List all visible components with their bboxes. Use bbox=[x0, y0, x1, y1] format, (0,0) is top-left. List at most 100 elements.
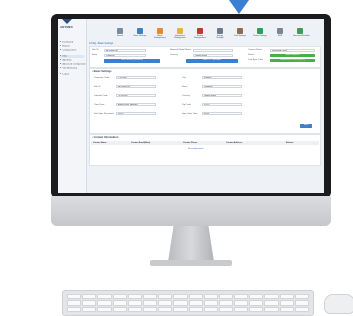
power-icon bbox=[257, 28, 263, 34]
column-header[interactable]: Contact Email(Main) bbox=[131, 142, 150, 144]
field-input[interactable]: California bbox=[202, 85, 242, 89]
field-label: State bbox=[182, 85, 188, 88]
keyboard-key bbox=[97, 294, 112, 300]
country-field[interactable]: United States bbox=[193, 53, 233, 57]
toolbar-item-generator-rectifier[interactable]: Generator/Rectifier bbox=[293, 28, 310, 37]
field-input[interactable]: 74.032040 bbox=[116, 94, 156, 98]
sms-icon bbox=[277, 28, 283, 34]
keyboard-key bbox=[97, 300, 112, 306]
field-input[interactable]: •••••••• bbox=[116, 112, 156, 116]
basic-settings-panel: ▪ Basic Settings Company Code YYIIX000 Sit… bbox=[89, 68, 321, 134]
toolbar-item-label: SMS bbox=[277, 35, 283, 37]
toolbar-item-search[interactable]: Search bbox=[113, 28, 127, 37]
sidebar-item-label: Logout bbox=[62, 73, 70, 76]
column-header[interactable]: Contact Phone bbox=[183, 142, 197, 144]
energy-icon bbox=[217, 28, 223, 34]
toolbar-item-battery-management[interactable]: Battery Management bbox=[193, 28, 207, 40]
sidebar-item-advanced-configuration[interactable]: Advanced Configuration bbox=[60, 63, 86, 66]
keyboard-key bbox=[249, 294, 264, 300]
toolbar-item-alarm-management[interactable]: Alarm Management bbox=[153, 28, 167, 40]
toolbar-item-equipment-management[interactable]: Equipment Management bbox=[173, 28, 187, 40]
keyboard-key bbox=[279, 294, 294, 300]
sidebar-item-configurations[interactable]: Configurations bbox=[60, 49, 84, 52]
contact-status-label: Contact Status bbox=[248, 49, 263, 51]
sidebar-item-label: Dashboard bbox=[62, 41, 74, 44]
view-location-button[interactable]: View Location (Services) bbox=[104, 59, 160, 63]
alarm-icon bbox=[157, 28, 163, 34]
field-input[interactable]: America/Los_Angeles bbox=[116, 103, 156, 107]
toolbar-item-energy-settings[interactable]: Energy Settings bbox=[213, 28, 227, 40]
field-label: Zip Code bbox=[182, 103, 191, 106]
breadcrumb[interactable]: Config › Basic Settings bbox=[89, 42, 113, 45]
keyboard-key bbox=[234, 300, 249, 306]
keyboard-key bbox=[203, 294, 218, 300]
toolbar-item-power-settings[interactable]: Power Settings bbox=[253, 28, 267, 37]
keyboard-key bbox=[158, 300, 173, 306]
keyboard-key bbox=[279, 306, 294, 312]
sidebar: ANYMEC Dashboard Reports Configurations Sit… bbox=[58, 19, 87, 193]
fuel-icon bbox=[237, 28, 243, 34]
toolbar-item-basic-settings[interactable]: Basic Settings bbox=[133, 28, 147, 37]
contact-status-field[interactable]: MSN/Web Client bbox=[270, 48, 315, 52]
mouse bbox=[324, 294, 353, 314]
monitor-chin bbox=[51, 196, 331, 226]
keyboard-key bbox=[188, 306, 203, 312]
field-input[interactable]: Fontana bbox=[202, 76, 242, 80]
field-input[interactable]: MPS0000101 bbox=[116, 85, 156, 89]
keyboard-key bbox=[249, 306, 264, 312]
toolbar-item-label: Battery Management bbox=[194, 35, 206, 40]
sidebar-item-add-sites[interactable]: Add Sites bbox=[60, 59, 84, 62]
status-label: Status bbox=[248, 54, 255, 56]
toolbar-item-label: Equipment Management bbox=[174, 35, 186, 40]
toolbar-item-label: Alarm Management bbox=[154, 35, 166, 40]
network-label: Network Model Name bbox=[170, 49, 192, 51]
contact-information-title: ▪ Contact Information bbox=[92, 136, 119, 139]
keyboard-key bbox=[82, 306, 97, 312]
toolbar: Search Basic Settings Alarm Management Equi… bbox=[88, 22, 320, 40]
monitor-stand bbox=[168, 226, 214, 262]
keyboard-key bbox=[203, 300, 218, 306]
state-field[interactable]: California bbox=[104, 53, 146, 57]
keyboard-key bbox=[218, 294, 234, 300]
toolbar-item-fuel-settings[interactable]: Fuel Settings bbox=[233, 28, 247, 37]
field-input[interactable]: United States bbox=[202, 94, 242, 98]
toolbar-item-sms[interactable]: SMS bbox=[273, 28, 287, 37]
keyboard-key bbox=[127, 294, 142, 300]
keyboard-key bbox=[188, 300, 203, 306]
sidebar-item-label: Advanced Configuration bbox=[62, 63, 86, 66]
sidebar-item-dashboard[interactable]: Dashboard bbox=[60, 41, 84, 44]
sidebar-item-reports[interactable]: Reports bbox=[60, 45, 84, 48]
keyboard-key bbox=[112, 294, 127, 300]
sidebar-item-label: Sites bbox=[62, 55, 68, 58]
toolbar-item-label: Energy Settings bbox=[216, 35, 224, 40]
toolbar-item-label: Fuel Settings bbox=[234, 35, 246, 37]
field-input[interactable]: 00:00 bbox=[202, 112, 242, 116]
last-sync-label: Last Sync Time bbox=[248, 59, 263, 61]
sidebar-item-site-monitoring[interactable]: Site Monitoring bbox=[60, 67, 84, 70]
keyboard-key bbox=[158, 294, 173, 300]
field-label: Sync Start Time bbox=[182, 112, 198, 115]
keyboard-key bbox=[234, 294, 249, 300]
keyboard-key bbox=[294, 294, 309, 300]
keyboard-key bbox=[142, 300, 158, 306]
network-field[interactable] bbox=[193, 48, 233, 52]
save-button[interactable]: Save bbox=[300, 124, 312, 128]
sidebar-item-label: Configurations bbox=[62, 49, 77, 52]
globe-icon bbox=[137, 28, 143, 34]
sidebar-item-sites[interactable]: Sites bbox=[60, 55, 84, 58]
keyboard-key bbox=[249, 300, 264, 306]
keyboard-key bbox=[112, 300, 127, 306]
column-header[interactable]: Actions bbox=[286, 142, 293, 144]
view-controllers-button[interactable]: View IOT Controllers bbox=[186, 59, 238, 63]
keyboard-key bbox=[142, 294, 158, 300]
column-header[interactable]: Contact Name bbox=[93, 142, 106, 144]
keyboard-key bbox=[97, 306, 112, 312]
keyboard-key bbox=[173, 300, 188, 306]
column-header[interactable]: Contact Address bbox=[226, 142, 242, 144]
field-input[interactable]: 92337 bbox=[202, 103, 242, 107]
sidebar-item-logout[interactable]: Logout bbox=[60, 73, 84, 76]
field-input[interactable]: YYIIX000 bbox=[116, 76, 156, 80]
site-id-field[interactable]: MPS0000101 bbox=[104, 48, 146, 52]
equipment-icon bbox=[177, 28, 183, 34]
keyboard-key bbox=[234, 306, 249, 312]
